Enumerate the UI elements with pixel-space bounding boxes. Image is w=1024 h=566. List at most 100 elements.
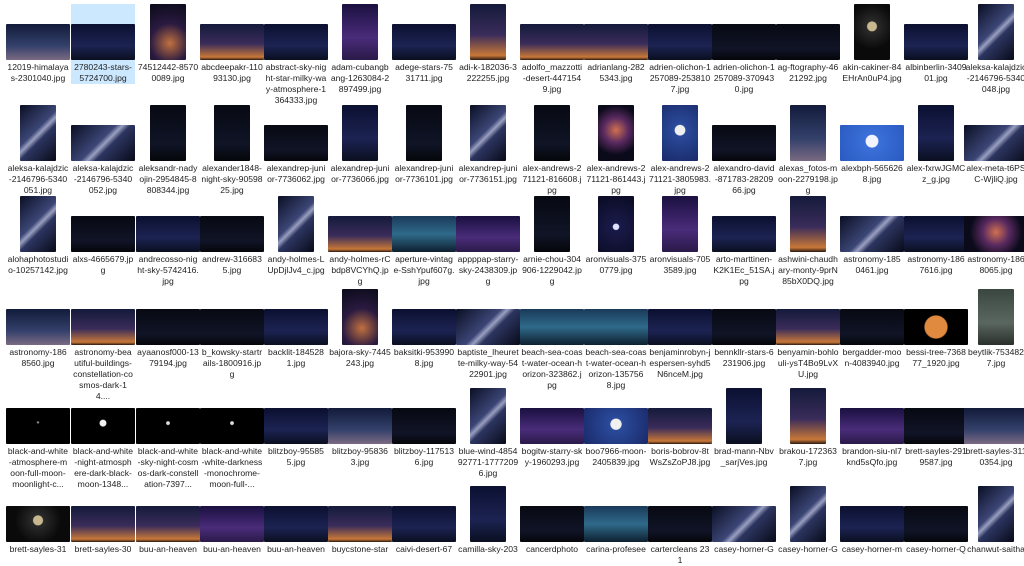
file-item[interactable]: alex-andrews-271121-3805983.jpg (648, 105, 712, 196)
file-item[interactable]: akin-cakiner-84EHrAn0uP4.jpg (840, 4, 904, 84)
file-item[interactable]: brandon-siu-nl7knd5sQfo.jpg (840, 388, 904, 468)
file-item[interactable]: aleksa-kalajdzic-2146796-5340051.jpg (6, 105, 70, 196)
file-item[interactable]: buu-an-heaven (136, 486, 200, 555)
file-item[interactable]: albinberlin-340901.jpg (904, 4, 968, 84)
file-item[interactable]: andy-holmes-rCbdp8VCYhQ.jpg (328, 196, 392, 287)
file-item[interactable]: alexandrep-junior-7736066.jpg (328, 105, 392, 185)
file-item[interactable]: cartercleans 23 1 (648, 486, 712, 566)
file-item[interactable]: baksitki-9539908.jpg (392, 289, 456, 369)
file-item[interactable]: adege-stars-7531711.jpg (392, 4, 456, 84)
file-item[interactable]: b_kowsky-startrails-1800916.jpg (200, 289, 264, 380)
image-thumbnail (904, 309, 968, 345)
file-item[interactable]: andrew-3166835.jpg (200, 196, 264, 276)
file-item[interactable]: brett-sayles-3110354.jpg (964, 388, 1024, 468)
file-item[interactable]: appppap-starry-sky-2438309.jpg (456, 196, 520, 287)
file-item[interactable]: chanwut-saitha (964, 486, 1024, 555)
file-item[interactable]: alexandrep-junior-7736101.jpg (392, 105, 456, 185)
file-item[interactable]: brett-sayles-30 (71, 486, 135, 555)
file-item[interactable]: ashwini-chaudhary-monty-9prN85bX0DQ.jpg (776, 196, 840, 287)
file-item[interactable]: ayaanosf000-1379194.jpg (136, 289, 200, 369)
file-item[interactable]: beytlik-7534827.jpg (964, 289, 1024, 369)
file-item[interactable]: aleksa-kalajdzic-2146796-5340048.jpg (964, 4, 1024, 95)
file-item[interactable]: astronomy-1868560.jpg (6, 289, 70, 369)
file-item[interactable]: alxs-4665679.jpg (71, 196, 135, 276)
image-thumbnail (712, 216, 776, 252)
file-item[interactable]: casey-horner-m (840, 486, 904, 555)
file-item[interactable]: adolfo_mazzotti-desert-4471549.jpg (520, 4, 584, 95)
file-item[interactable]: bajora-sky-7445243.jpg (328, 289, 392, 369)
file-name: baksitki-9539908.jpg (393, 347, 455, 368)
file-item[interactable]: bergadder-moon-4083940.jpg (840, 289, 904, 369)
file-item[interactable]: ag-ftography-4621292.jpg (776, 4, 840, 84)
file-item[interactable]: alex-fxrwJGMCz_g.jpg (904, 105, 968, 185)
file-item[interactable]: bessi-tree-736877_1920.jpg (904, 289, 968, 369)
file-item[interactable]: astronomy-beautiful-buildings-constellat… (71, 289, 135, 402)
file-item[interactable]: aperture-vintage-SshYpuf607g.jpg (392, 196, 456, 287)
file-item[interactable]: astronomy-1868065.jpg (964, 196, 1024, 276)
file-item[interactable]: black-and-white-sky-night-cosmos-dark-co… (136, 388, 200, 490)
file-name: cartercleans 23 1 (650, 544, 710, 565)
file-item[interactable]: abstract-sky-night-star-milky-way-atmosp… (264, 4, 328, 106)
file-item[interactable]: casey-horner-G (776, 486, 840, 555)
file-item[interactable]: benyamin-bohlouli-ysT4Bo9LvXU.jpg (776, 289, 840, 380)
file-item[interactable]: alex-andrews-271121-861443.jpg (584, 105, 648, 196)
file-item[interactable]: boris-bobrov-8tWsZsZoPJ8.jpg (648, 388, 712, 468)
file-item[interactable]: blue-wind-485492771-17772096.jpg (456, 388, 520, 479)
file-item[interactable]: brett-sayles-2919587.jpg (904, 388, 968, 468)
file-item[interactable]: alex-meta-t6PSC-WjliQ.jpg (964, 105, 1024, 185)
file-item[interactable]: arnie-chou-304906-1229042.jpg (520, 196, 584, 287)
file-item[interactable]: adrianlang-2825343.jpg (584, 4, 648, 84)
file-item[interactable]: beach-sea-coast-water-ocean-horizon-1357… (584, 289, 648, 391)
file-item[interactable]: arto-marttinen-K2K1Ec_51SA.jpg (712, 196, 776, 287)
file-item[interactable]: 2780243-stars-5724700.jpg (71, 4, 135, 84)
file-item[interactable]: baptiste_lheurette-milky-way-5422901.jpg (456, 289, 520, 380)
file-item[interactable]: astronomy-1850461.jpg (840, 196, 904, 276)
file-item[interactable]: boo7966-moon-2405839.jpg (584, 388, 648, 468)
file-item[interactable]: blitzboy-958363.jpg (328, 388, 392, 468)
file-item[interactable]: buu-an-heaven (200, 486, 264, 555)
file-item[interactable]: carina-profesee (584, 486, 648, 555)
file-item[interactable]: aronvisuals-3750779.jpg (584, 196, 648, 276)
file-item[interactable]: benjaminrobyn-jespersen-syhd5N6nceM.jpg (648, 289, 712, 380)
file-item[interactable]: cancerdphoto (520, 486, 584, 555)
file-item[interactable]: andrecosso-night-sky-5742416.jpg (136, 196, 200, 287)
file-item[interactable]: buycstone-star (328, 486, 392, 555)
file-item[interactable]: brad-mann-Nbv_sarjVes.jpg (712, 388, 776, 468)
file-item[interactable]: bennkllr-stars-6231906.jpg (712, 289, 776, 369)
file-item[interactable]: andy-holmes-LUpDjlJv4_c.jpg (264, 196, 328, 276)
file-item[interactable]: bogitw-starry-sky-1960293.jpg (520, 388, 584, 468)
file-item[interactable]: adrien-olichon-1257089-3709430.jpg (712, 4, 776, 95)
file-item[interactable]: alexas_fotos-moon-2279198.jpg (776, 105, 840, 196)
file-item[interactable]: 12019-himalayas-2301040.jpg (6, 4, 70, 84)
file-item[interactable]: astronomy-1867616.jpg (904, 196, 968, 276)
file-item[interactable]: aleksa-kalajdzic-2146796-5340052.jpg (71, 105, 135, 196)
file-item[interactable]: alexandro-david-871783-2820966.jpg (712, 105, 776, 196)
file-item[interactable]: alexander1848-night-sky-9059825.jpg (200, 105, 264, 196)
file-item[interactable]: alohaphotostudio-10257142.jpg (6, 196, 70, 276)
file-item[interactable]: camilla-sky-203 (456, 486, 520, 555)
file-item[interactable]: alexandrep-junior-7736062.jpg (264, 105, 328, 185)
file-item[interactable]: aronvisuals-7053589.jpg (648, 196, 712, 276)
file-item[interactable]: abcdeepakr-11093130.jpg (200, 4, 264, 84)
file-item[interactable]: beach-sea-coast-water-ocean-horizon-3238… (520, 289, 584, 391)
file-item[interactable]: 74512442-85700089.jpg (136, 4, 200, 84)
file-item[interactable]: alex-andrews-271121-816608.jpg (520, 105, 584, 196)
file-item[interactable]: blitzboy-1175136.jpg (392, 388, 456, 468)
file-item[interactable]: adi-k-182036-3222255.jpg (456, 4, 520, 84)
file-item[interactable]: alexandrep-junior-7736151.jpg (456, 105, 520, 185)
file-item[interactable]: adam-cubangbang-1263084-2897499.jpg (328, 4, 392, 95)
file-item[interactable]: backlit-1845281.jpg (264, 289, 328, 369)
file-item[interactable]: casey-horner-Q (904, 486, 968, 555)
file-item[interactable]: blitzboy-955855.jpg (264, 388, 328, 468)
file-item[interactable]: brakou-1723637.jpg (776, 388, 840, 468)
file-item[interactable]: black-and-white-atmosphere-moon-full-moo… (6, 388, 70, 490)
file-item[interactable]: buu-an-heaven (264, 486, 328, 555)
file-item[interactable]: black-and-white-white-darkness-monochrom… (200, 388, 264, 490)
file-item[interactable]: caivi-desert-67 (392, 486, 456, 555)
file-item[interactable]: casey-horner-G (712, 486, 776, 555)
file-item[interactable]: alexbph-5656268.jpg (840, 105, 904, 185)
file-item[interactable]: black-and-white-night-atmosphere-dark-bl… (71, 388, 135, 490)
file-item[interactable]: adrien-olichon-1257089-2538107.jpg (648, 4, 712, 95)
file-item[interactable]: brett-sayles-31 (6, 486, 70, 555)
file-item[interactable]: aleksandr-nadyojin-2954845-8808344.jpg (136, 105, 200, 196)
